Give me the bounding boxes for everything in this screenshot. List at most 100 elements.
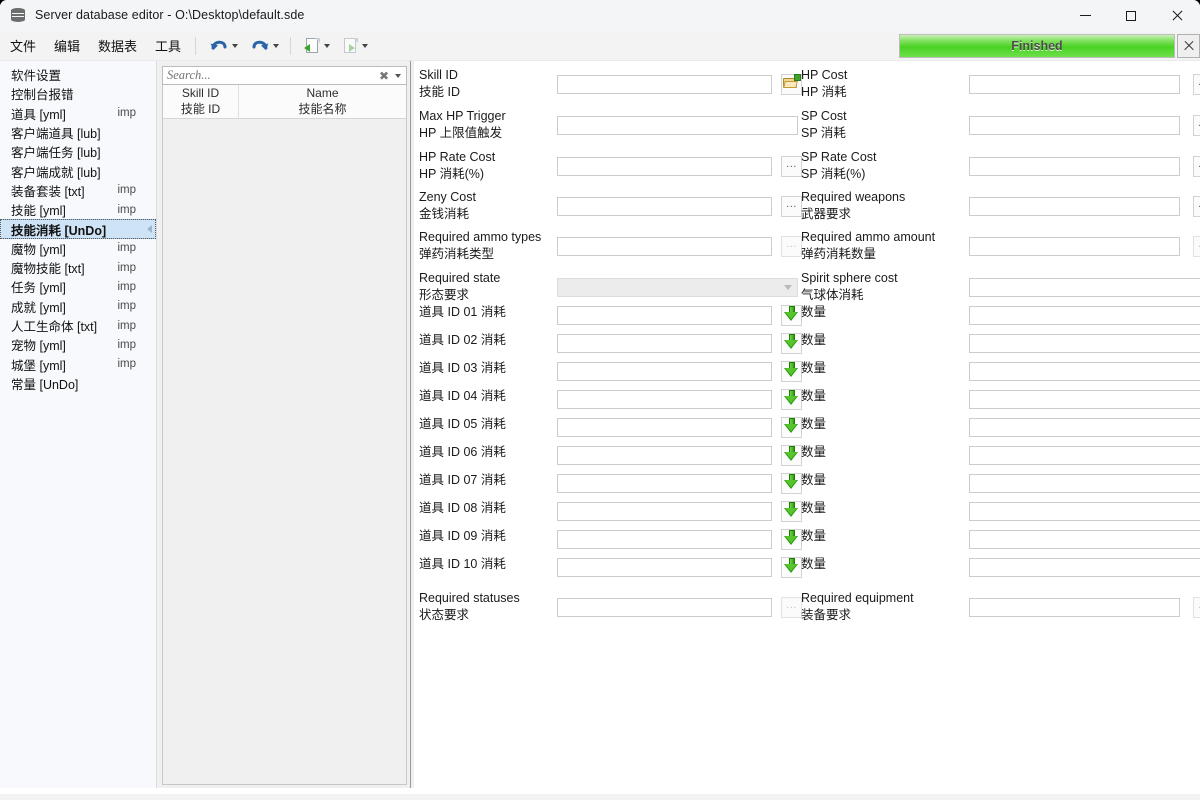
field-sp-rate-cost-ellipsis-button[interactable]: ... [1193, 156, 1200, 177]
field-zeny-cost-ellipsis-button[interactable]: ... [781, 196, 802, 217]
progress-close-button[interactable] [1177, 34, 1200, 58]
sidebar-item-achievements-yml[interactable]: 成就 [yml]imp [0, 297, 156, 316]
sidebar-item-label: 道具 [yml] [11, 104, 66, 123]
maximize-button[interactable] [1108, 0, 1154, 31]
field-amount-02-input[interactable] [969, 334, 1200, 353]
sidebar-item-constants-undo[interactable]: 常量 [UnDo] [0, 374, 156, 393]
field-required-state-select[interactable] [557, 278, 798, 297]
field-amount-01-input[interactable] [969, 306, 1200, 325]
field-item-id-10-download-button[interactable] [781, 557, 802, 578]
field-item-id-02-download-button[interactable] [781, 333, 802, 354]
field-required-ammo-types-ellipsis-button[interactable]: ... [781, 236, 802, 257]
field-item-id-06-download-button[interactable] [781, 445, 802, 466]
field-sp-rate-cost-input[interactable] [969, 157, 1180, 176]
field-zeny-cost-input[interactable] [557, 197, 772, 216]
clear-search-icon[interactable]: ✖ [377, 70, 391, 82]
toolbar-export[interactable] [339, 35, 373, 57]
menu-datatable[interactable]: 数据表 [90, 32, 145, 59]
sidebar-item-client-items-lub[interactable]: 客户端道具 [lub] [0, 123, 156, 142]
field-item-id-03-download-button[interactable] [781, 361, 802, 382]
field-hp-cost-ellipsis-button[interactable]: ... [1193, 74, 1200, 95]
field-item-id-02-input[interactable] [557, 334, 772, 353]
column-header-name[interactable]: Name 技能名称 [239, 85, 406, 118]
field-item-id-09-download-button[interactable] [781, 529, 802, 550]
sidebar-item-client-achievements-lub[interactable]: 客户端成就 [lub] [0, 161, 156, 180]
field-required-equipment-input[interactable] [969, 598, 1180, 617]
field-sp-cost-input[interactable] [969, 116, 1180, 135]
field-sp-cost-ellipsis-button[interactable]: ... [1193, 115, 1200, 136]
sidebar-item-client-quests-lub[interactable]: 客户端任务 [lub] [0, 142, 156, 161]
field-hp-rate-cost-input[interactable] [557, 157, 772, 176]
field-required-weapons-ellipsis-button[interactable]: ... [1193, 196, 1200, 217]
sidebar-item-skills-yml[interactable]: 技能 [yml]imp [0, 200, 156, 219]
toolbar-redo[interactable] [247, 35, 284, 57]
field-amount-09-input[interactable] [969, 530, 1200, 549]
field-item-id-05-download-button[interactable] [781, 417, 802, 438]
field-skill-id-open-button[interactable] [781, 74, 802, 95]
field-amount-03-input[interactable] [969, 362, 1200, 381]
search-box[interactable]: ✖ [162, 66, 407, 85]
minimize-button[interactable] [1062, 0, 1108, 31]
sidebar-item-item-combos-txt[interactable]: 装备套装 [txt]imp [0, 181, 156, 200]
field-amount-02-label-zh: 数量 [801, 333, 826, 347]
sidebar-item-console-errors[interactable]: 控制台报错 [0, 84, 156, 103]
field-required-statuses-input[interactable] [557, 598, 772, 617]
field-item-id-08-download-button[interactable] [781, 501, 802, 522]
sidebar-item-mobs-yml[interactable]: 魔物 [yml]imp [0, 239, 156, 258]
field-required-weapons-input[interactable] [969, 197, 1180, 216]
redo-dropdown-icon[interactable] [273, 44, 279, 48]
import-dropdown-icon[interactable] [324, 44, 330, 48]
field-hp-cost-input[interactable] [969, 75, 1180, 94]
field-required-ammo-amount-ellipsis-button[interactable]: ... [1193, 236, 1200, 257]
field-item-id-01-download-button[interactable] [781, 305, 802, 326]
menu-file[interactable]: 文件 [2, 32, 44, 59]
sidebar-item-quests-yml[interactable]: 任务 [yml]imp [0, 277, 156, 296]
field-amount-10-input[interactable] [969, 558, 1200, 577]
field-item-id-01-input[interactable] [557, 306, 772, 325]
field-item-id-09-input[interactable] [557, 530, 772, 549]
toolbar-undo[interactable] [206, 35, 243, 57]
field-amount-06-input[interactable] [969, 446, 1200, 465]
sidebar-item-mob-skills-txt[interactable]: 魔物技能 [txt]imp [0, 258, 156, 277]
sidebar-item-castles-yml[interactable]: 城堡 [yml]imp [0, 354, 156, 373]
field-required-statuses-ellipsis-button[interactable]: ... [781, 597, 802, 618]
sidebar-item-pets-yml[interactable]: 宠物 [yml]imp [0, 335, 156, 354]
sidebar-item-homunculus-txt[interactable]: 人工生命体 [txt]imp [0, 316, 156, 335]
undo-dropdown-icon[interactable] [232, 44, 238, 48]
column-header-skill-id[interactable]: Skill ID 技能 ID [163, 85, 239, 118]
field-item-id-08-input[interactable] [557, 502, 772, 521]
field-required-ammo-types-input[interactable] [557, 237, 772, 256]
export-dropdown-icon[interactable] [362, 44, 368, 48]
sidebar-item-items-yml[interactable]: 道具 [yml]imp [0, 104, 156, 123]
sidebar[interactable]: 软件设置控制台报错道具 [yml]imp客户端道具 [lub]客户端任务 [lu… [0, 61, 157, 788]
field-item-id-06-input[interactable] [557, 446, 772, 465]
field-amount-04-input[interactable] [969, 390, 1200, 409]
skill-list-grid[interactable]: Skill ID 技能 ID Name 技能名称 [162, 85, 407, 785]
field-item-id-03-input[interactable] [557, 362, 772, 381]
menu-tools[interactable]: 工具 [147, 32, 189, 59]
field-spirit-sphere-cost-input[interactable] [969, 278, 1200, 297]
field-amount-08-input[interactable] [969, 502, 1200, 521]
field-amount-07-input[interactable] [969, 474, 1200, 493]
field-required-equipment-ellipsis-button[interactable]: ... [1193, 597, 1200, 618]
field-skill-id-input[interactable] [557, 75, 772, 94]
field-max-hp-trigger-input[interactable] [557, 116, 798, 135]
field-item-id-10-input[interactable] [557, 558, 772, 577]
field-item-id-04-input[interactable] [557, 390, 772, 409]
field-hp-rate-cost-ellipsis-button[interactable]: ... [781, 156, 802, 177]
search-options-dropdown-icon[interactable] [395, 74, 401, 78]
field-item-id-04-download-button[interactable] [781, 389, 802, 410]
sidebar-item-skill-cost-undo[interactable]: 技能消耗 [UnDo] [0, 219, 156, 238]
menu-edit[interactable]: 编辑 [46, 32, 88, 59]
field-required-ammo-amount-input[interactable] [969, 237, 1180, 256]
field-item-id-07-download-button[interactable] [781, 473, 802, 494]
close-button[interactable] [1154, 0, 1200, 31]
search-input[interactable] [167, 68, 377, 83]
field-amount-05-input[interactable] [969, 418, 1200, 437]
grid-body[interactable] [163, 119, 406, 784]
field-item-id-07-input[interactable] [557, 474, 772, 493]
sidebar-item-software-settings[interactable]: 软件设置 [0, 65, 156, 84]
toolbar-import[interactable] [301, 35, 335, 57]
field-item-id-05-input[interactable] [557, 418, 772, 437]
field-sp-cost-row: SP CostSP 消耗... [801, 108, 1200, 138]
